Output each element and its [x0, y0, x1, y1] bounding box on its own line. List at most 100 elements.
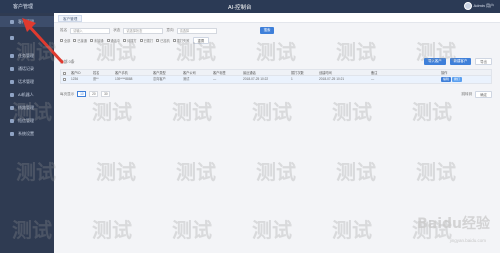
action-buttons: 导入客户 新建客户 导出 [424, 58, 492, 65]
column-header[interactable]: 客户手机 [113, 70, 151, 75]
sidebar: 客户管理 任务管理 通话记录 话术管理 AI机器人 线路管理 短信管理 系统设置 [0, 13, 54, 253]
column-header[interactable]: 最近通话 [241, 70, 289, 75]
cell: 测试 [183, 77, 190, 81]
reset-button[interactable]: 重置 [192, 37, 210, 44]
page-jump: 跳转到 确定 [461, 91, 492, 98]
baidu-url: jingyan.baidu.com [449, 238, 486, 243]
page-size-option[interactable]: 10 [77, 91, 87, 97]
top-bar: 客户管理 AI-控制台 Admin 用户 [0, 0, 500, 13]
status-option[interactable]: 已接通 [73, 38, 87, 43]
checkbox[interactable] [123, 39, 127, 42]
sidebar-item-sms[interactable]: 短信管理 [0, 115, 54, 126]
column-header[interactable]: 创建时间 [317, 70, 369, 75]
cell: 2018-07-25 10:22 [243, 77, 269, 81]
status-option[interactable]: 已挂机 [156, 38, 170, 43]
column-header: 备注 [371, 71, 378, 75]
sidebar-item-robots[interactable]: AI机器人 [0, 89, 54, 100]
name-input[interactable]: 请输入 [70, 27, 111, 34]
sidebar-item-customers[interactable]: 客户管理 [0, 16, 54, 27]
option-label: 已接通 [77, 39, 87, 43]
status-option[interactable]: 未接通 [89, 38, 104, 43]
status-option[interactable]: 通话中 [106, 38, 120, 43]
status-option[interactable]: 待拨打 [123, 38, 137, 43]
sidebar-item-label: 系统设置 [18, 130, 34, 136]
export-button[interactable]: 导出 [475, 58, 492, 65]
edit-button[interactable]: 编辑 [441, 77, 452, 82]
cell: 2018-07-25 10:21 [319, 77, 345, 81]
page-size-option[interactable]: 20 [89, 91, 99, 97]
tab-bar: 客户管理 [54, 13, 500, 23]
phone-icon [10, 66, 14, 71]
sidebar-item-tasks[interactable]: 任务管理 [0, 50, 54, 61]
cell: 张** [93, 77, 99, 81]
table-header: 客户ID 姓名 客户手机 客户类型 客户公司 客户标签 最近通话 拨打次数 创建… [60, 69, 492, 76]
status-option[interactable]: 已拨打 [139, 38, 153, 43]
name-label: 姓名 [60, 28, 68, 32]
sidebar-item-label: 客户管理 [18, 18, 34, 24]
settings-icon [10, 131, 14, 136]
cell: 意向客户 [153, 77, 166, 81]
column-header[interactable]: 客户类型 [151, 70, 181, 75]
tab-customers[interactable]: 客户管理 [58, 15, 83, 22]
checkbox[interactable] [172, 39, 176, 42]
sidebar-item-lines[interactable]: 线路管理 [0, 102, 54, 113]
select-all-checkbox[interactable] [61, 70, 69, 75]
customer-table: 客户ID 姓名 客户手机 客户类型 客户公司 客户标签 最近通话 拨打次数 创建… [60, 69, 492, 84]
search-button[interactable]: 搜索 [259, 27, 275, 34]
checkbox[interactable] [89, 39, 93, 42]
sidebar-item-label: 短信管理 [18, 117, 34, 123]
checkbox[interactable] [63, 72, 66, 75]
table-row[interactable]: 1236 张** 139****8888 意向客户 测试 — 2018-07-2… [60, 76, 492, 84]
cell: — [213, 77, 217, 81]
sidebar-item-label: 线路管理 [18, 104, 34, 110]
script-icon [10, 79, 14, 84]
sms-icon [10, 118, 14, 123]
sidebar-item-label: 通话记录 [18, 65, 34, 71]
column-header[interactable]: 拨打次数 [289, 70, 317, 75]
page-size-option[interactable]: 30 [101, 91, 111, 97]
row-checkbox[interactable] [61, 76, 69, 83]
column-header[interactable]: 客户公司 [181, 70, 211, 75]
brand-label: 客户管理 [13, 4, 34, 10]
status-select[interactable]: 请选择状态 [123, 27, 164, 34]
row-actions: 编辑 拨打 [439, 76, 491, 83]
status-option[interactable]: 全部 [60, 38, 70, 43]
app-window: 客户管理 AI-控制台 Admin 用户 客户管理 任务管理 通话记录 话术管理 [0, 0, 500, 253]
checkbox[interactable] [156, 39, 160, 42]
sidebar-item-label: 话术管理 [18, 78, 34, 84]
section-title: 全部 0条 [60, 60, 75, 64]
import-button[interactable]: 导入客户 [424, 58, 446, 65]
status-option[interactable]: 拨打失败 [172, 38, 190, 43]
intent-select[interactable]: 请选择 [176, 27, 217, 34]
checkbox[interactable] [73, 39, 77, 42]
user-icon [10, 19, 14, 24]
checkbox[interactable] [106, 39, 110, 42]
sidebar-item-calls[interactable]: 通话记录 [0, 63, 54, 74]
sidebar-item-home[interactable] [0, 32, 54, 43]
robot-icon [10, 92, 14, 97]
cell: 1236 [71, 77, 79, 81]
checkbox[interactable] [139, 39, 143, 42]
option-label: 已挂机 [160, 39, 170, 43]
filter-row-1: 姓名 请输入 状态 请选择状态 意向 请选择 搜索 [60, 27, 275, 34]
checkbox[interactable] [63, 78, 66, 81]
sidebar-item-scripts[interactable]: 话术管理 [0, 76, 54, 87]
confirm-button[interactable]: 确定 [475, 91, 492, 98]
new-customer-button[interactable]: 新建客户 [449, 58, 472, 65]
cell: — [371, 77, 375, 81]
filter-row-2: 全部 已接通 未接通 通话中 待拨打 已拨打 已挂机 拨打失败 重置 [60, 37, 210, 44]
call-button[interactable]: 拨打 [452, 77, 463, 82]
line-icon [10, 105, 14, 110]
column-header: 操作 [441, 71, 448, 75]
option-label: 未接通 [93, 39, 104, 43]
sidebar-item-label: AI机器人 [18, 91, 34, 97]
column-header[interactable]: 客户ID [69, 70, 91, 75]
column-header[interactable]: 客户标签 [211, 70, 241, 75]
checkbox[interactable] [60, 39, 63, 42]
user-menu[interactable]: Admin 用户 [463, 2, 494, 10]
sidebar-item-settings[interactable]: 系统设置 [0, 128, 54, 139]
user-name[interactable]: Admin 用户 [474, 3, 494, 9]
app-title: AI-控制台 [228, 5, 252, 11]
avatar[interactable] [463, 2, 472, 10]
column-header[interactable]: 姓名 [91, 70, 113, 75]
